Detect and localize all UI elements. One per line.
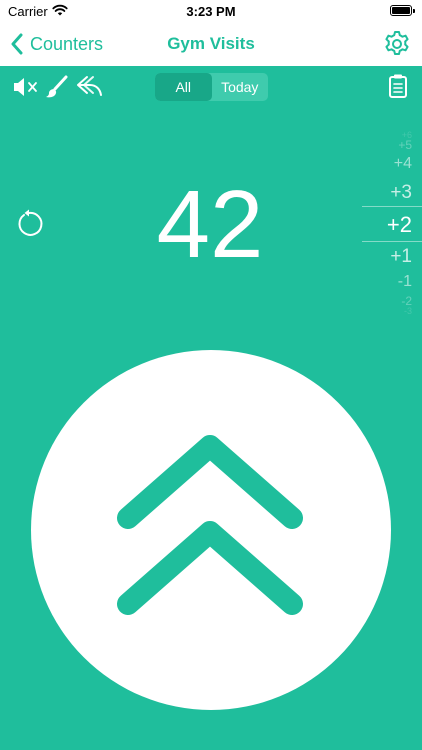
settings-button[interactable]	[382, 29, 412, 59]
nav-bar: Counters Gym Visits	[0, 22, 422, 66]
status-bar: Carrier 3:23 PM	[0, 0, 422, 22]
status-time: 3:23 PM	[186, 4, 236, 19]
step-selection-line	[362, 241, 422, 242]
back-button-label: Counters	[30, 33, 104, 54]
gear-icon	[385, 31, 409, 55]
back-button[interactable]: Counters	[10, 30, 103, 58]
chevron-left-icon	[11, 33, 23, 55]
step-option[interactable]: +3	[390, 182, 412, 204]
step-picker[interactable]: +6 +5 +4 +3 +2 +1 -1 -2 -3	[362, 128, 422, 316]
undo-icon[interactable]	[76, 74, 104, 98]
step-option[interactable]: +5	[398, 138, 412, 152]
sound-muted-icon[interactable]	[12, 76, 40, 98]
increment-button[interactable]	[31, 350, 391, 710]
reset-icon[interactable]	[14, 209, 44, 239]
filter-segmented-control: All Today	[155, 73, 268, 101]
battery-icon	[390, 5, 415, 16]
step-option[interactable]: -1	[398, 273, 412, 291]
step-option[interactable]: -3	[404, 306, 412, 316]
double-chevron-up-icon	[117, 435, 303, 615]
step-selection-line	[362, 206, 422, 207]
counter-value: 42	[156, 171, 264, 278]
clipboard-icon[interactable]	[388, 73, 408, 99]
segment-today[interactable]: Today	[212, 73, 269, 101]
step-option-selected[interactable]: +2	[387, 212, 412, 238]
brush-icon[interactable]	[44, 74, 70, 100]
step-option[interactable]: +4	[394, 155, 412, 173]
step-option[interactable]: +1	[390, 246, 412, 268]
segment-all[interactable]: All	[155, 73, 212, 101]
